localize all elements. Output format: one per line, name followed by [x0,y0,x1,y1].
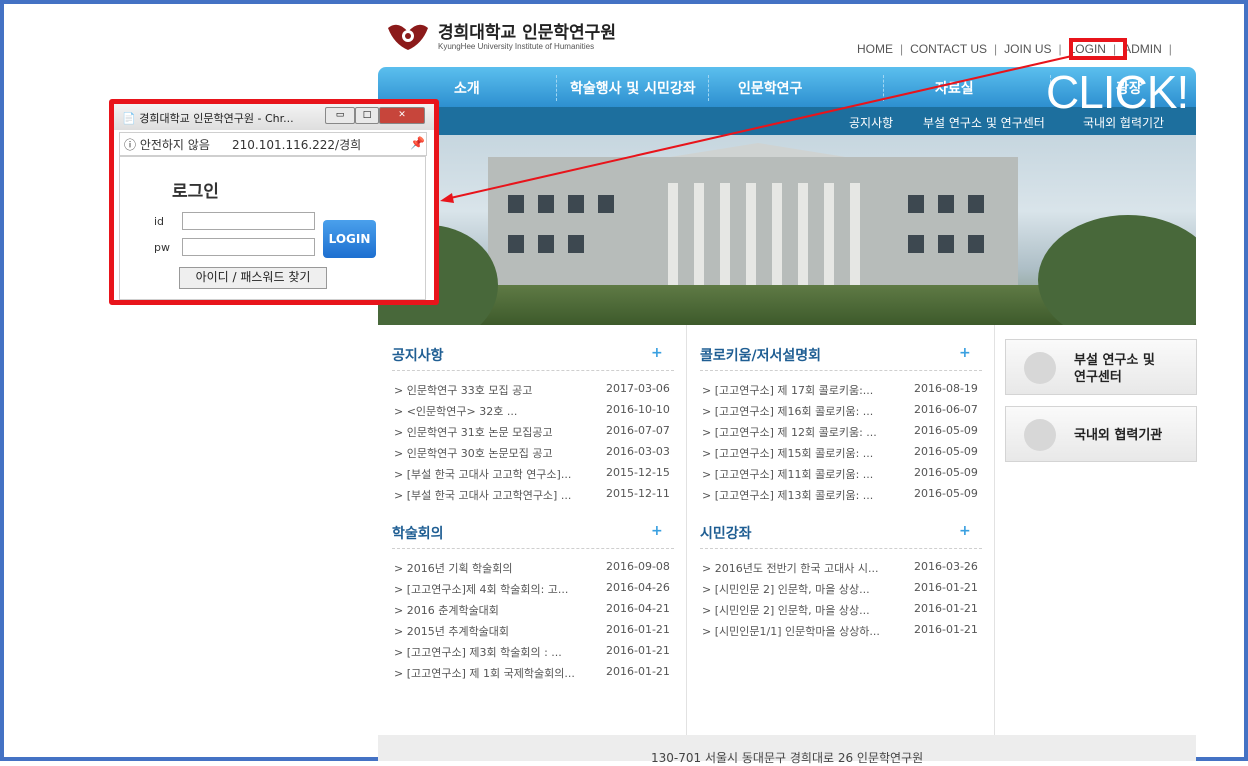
popup-address-bar[interactable]: ⓘ 안전하지 않음 210.101.116.222/경희 📌 [119,132,427,156]
login-heading: 로그인 [172,182,219,202]
pin-icon[interactable]: 📌 [410,136,425,150]
popup-login-form: 로그인 id pw LOGIN 아이디 / 패스워드 찾기 [119,156,426,300]
id-label: id [154,215,165,228]
close-button[interactable]: ✕ [379,107,425,124]
login-submit-button[interactable]: LOGIN [323,220,376,258]
find-account-button[interactable]: 아이디 / 패스워드 찾기 [179,267,327,289]
login-popup-window: 📄 경희대학교 인문학연구원 - Chr... ▭ □ ✕ ⓘ 안전하지 않음 … [109,99,439,305]
pw-label: pw [154,241,170,254]
popup-title: 📄 경희대학교 인문학연구원 - Chr... [122,112,294,125]
security-label: ⓘ 안전하지 않음 [124,138,210,152]
popup-title-text: 경희대학교 인문학연구원 - Chr... [139,112,294,125]
popup-title-bar[interactable]: 📄 경희대학교 인문학연구원 - Chr... ▭ □ ✕ [114,104,434,130]
address-url: 210.101.116.222/경희 [232,138,362,152]
pw-input[interactable] [182,238,315,256]
maximize-button[interactable]: □ [355,107,379,124]
minimize-button[interactable]: ▭ [325,107,355,124]
id-input[interactable] [182,212,315,230]
